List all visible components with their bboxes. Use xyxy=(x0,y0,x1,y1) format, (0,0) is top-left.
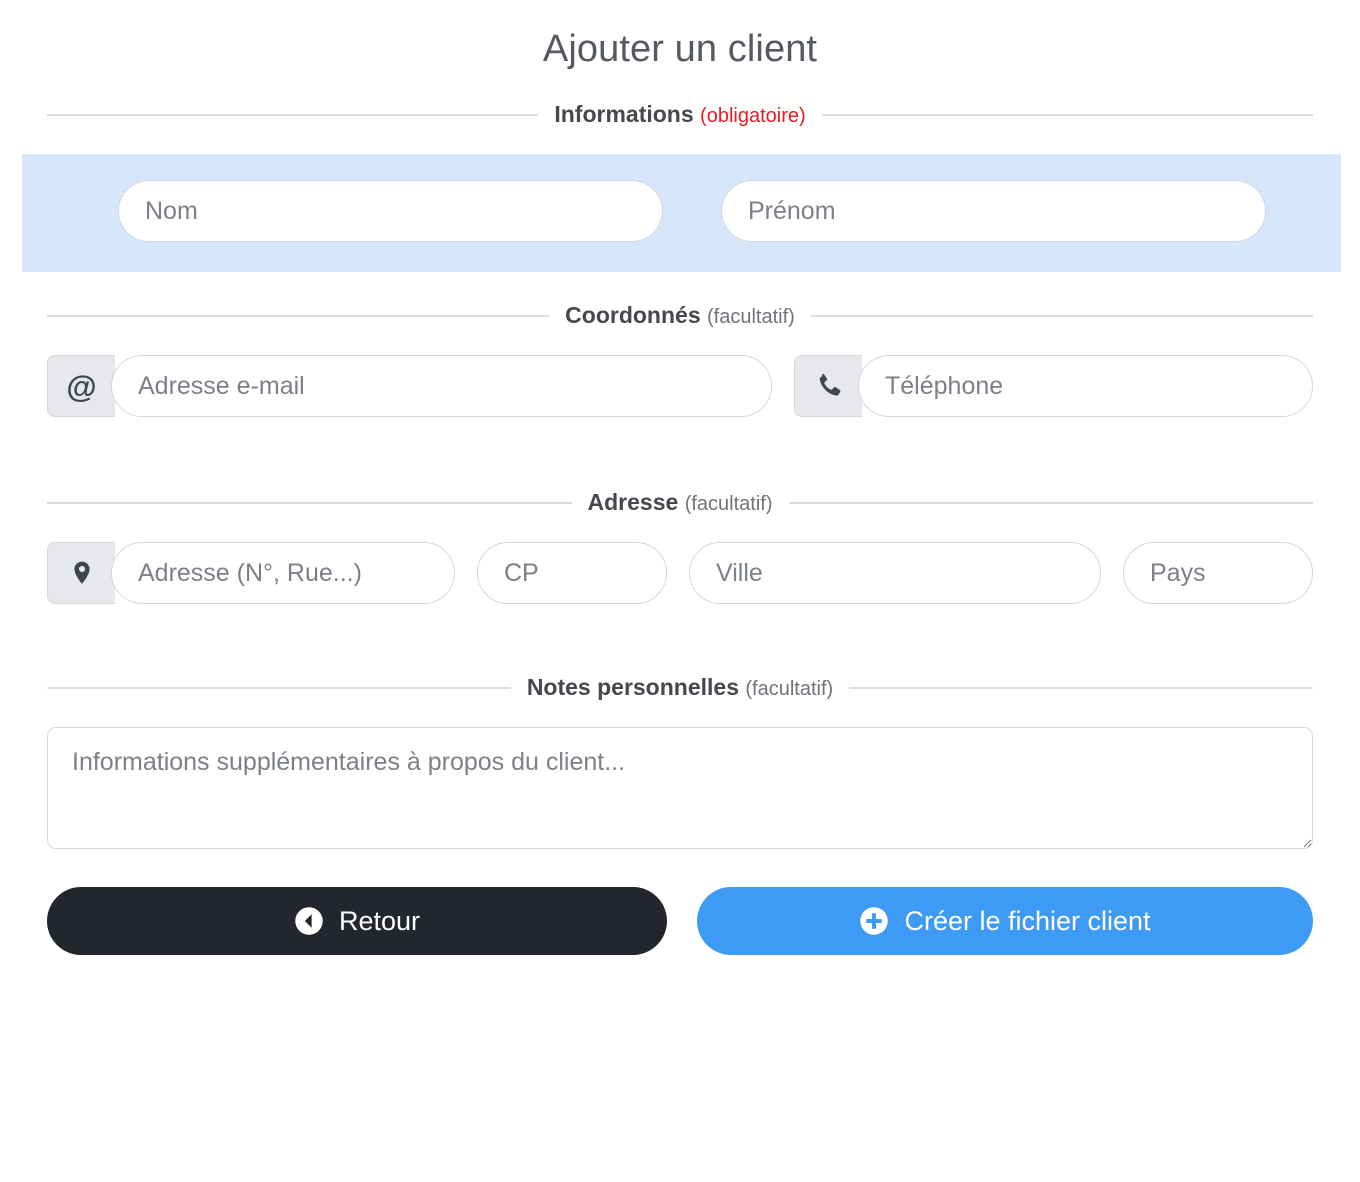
section-header-informations: Informations (obligatoire) xyxy=(47,71,1313,128)
prenom-input[interactable] xyxy=(721,180,1266,242)
divider-right xyxy=(821,113,1313,116)
pays-input[interactable] xyxy=(1123,542,1313,604)
add-client-page: Ajouter un client Informations (obligato… xyxy=(0,0,1360,1182)
section-title-informations: Informations xyxy=(554,101,694,127)
section-title-coordonnes: Coordonnés xyxy=(565,302,701,328)
section-header-informations-text: Informations (obligatoire) xyxy=(554,101,805,128)
section-header-notes-text: Notes personnelles (facultatif) xyxy=(527,674,833,701)
section-header-coordonnes: Coordonnés (facultatif) xyxy=(47,272,1313,329)
divider-right xyxy=(788,501,1314,504)
section-header-adresse-text: Adresse (facultatif) xyxy=(588,489,773,516)
section-note-notes: (facultatif) xyxy=(745,678,834,700)
phone-icon xyxy=(794,355,862,417)
contact-row: @ xyxy=(47,355,1313,417)
cp-input[interactable] xyxy=(477,542,667,604)
notes-textarea[interactable] xyxy=(47,727,1313,849)
back-button-label: Retour xyxy=(338,905,421,936)
divider-right xyxy=(849,686,1314,689)
divider-left xyxy=(47,314,550,317)
at-icon: @ xyxy=(47,355,115,417)
phone-input-group xyxy=(794,355,1313,417)
nom-input[interactable] xyxy=(118,180,663,242)
plus-circle-icon xyxy=(860,907,889,935)
divider-left xyxy=(47,113,539,116)
section-header-adresse: Adresse (facultatif) xyxy=(47,417,1314,516)
street-input-group xyxy=(47,542,455,604)
divider-left xyxy=(47,501,572,504)
section-title-adresse: Adresse xyxy=(587,489,679,515)
action-buttons-row: Retour Créer le fichier client xyxy=(47,887,1313,955)
ville-input[interactable] xyxy=(689,542,1101,604)
create-client-button[interactable]: Créer le fichier client xyxy=(697,887,1313,955)
divider-right xyxy=(810,314,1313,317)
section-note-coordonnes: (facultatif) xyxy=(707,306,795,328)
divider-left xyxy=(47,686,511,689)
address-row xyxy=(47,542,1313,604)
section-note-informations: (obligatoire) xyxy=(700,105,806,127)
section-header-coordonnes-text: Coordonnés (facultatif) xyxy=(565,302,795,329)
chevron-left-circle-icon xyxy=(295,907,323,935)
section-title-notes: Notes personnelles xyxy=(526,674,739,700)
page-title: Ajouter un client xyxy=(542,28,818,70)
name-row xyxy=(118,180,1266,242)
section-note-adresse: (facultatif) xyxy=(684,493,773,515)
email-input[interactable] xyxy=(111,355,772,417)
required-fields-band xyxy=(22,154,1341,272)
email-input-group: @ xyxy=(47,355,772,417)
back-button[interactable]: Retour xyxy=(47,887,667,955)
street-input[interactable] xyxy=(111,542,455,604)
notes-wrapper xyxy=(47,727,1313,849)
section-header-notes: Notes personnelles (facultatif) xyxy=(47,604,1314,701)
create-client-button-label: Créer le fichier client xyxy=(904,905,1151,936)
phone-input[interactable] xyxy=(858,355,1313,417)
map-pin-icon xyxy=(47,542,115,604)
